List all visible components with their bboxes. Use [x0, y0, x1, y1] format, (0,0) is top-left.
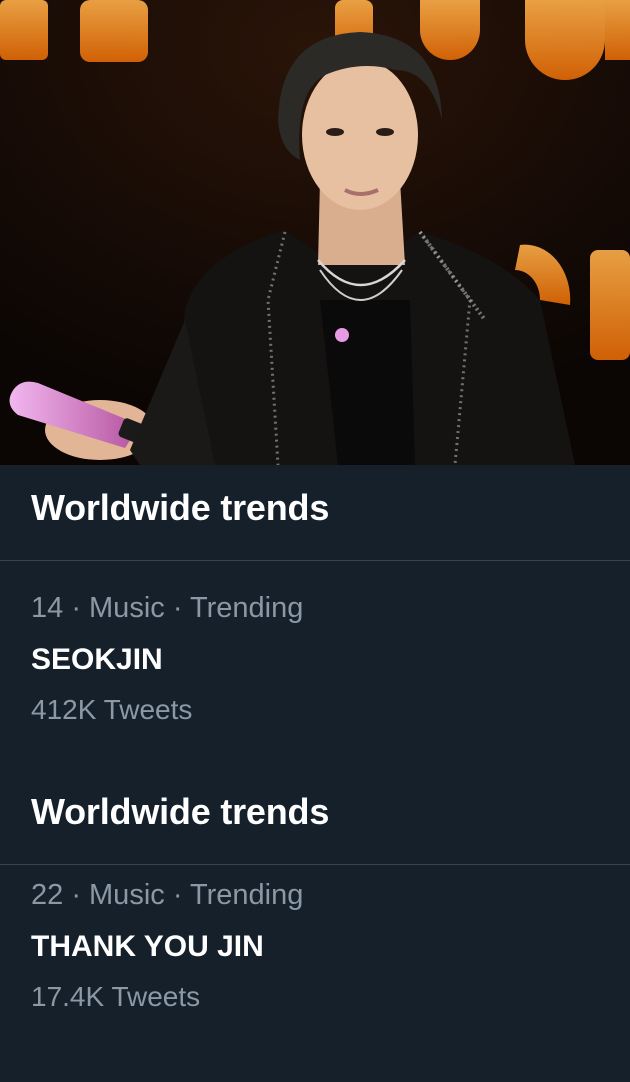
trend-tweet-count: 412K Tweets	[31, 694, 193, 725]
trend-name[interactable]: THANK YOU JIN	[31, 932, 630, 962]
trend-meta: 14 · Music · Trending	[31, 592, 304, 624]
trend-tweet-count: 17.4K Tweets	[31, 981, 201, 1012]
photo-illustration	[0, 0, 630, 465]
section-header-1: Worldwide trends	[0, 465, 630, 561]
trend-item-thank-you-jin[interactable]: 22 · Music · Trending THANK YOU JIN 17.4…	[0, 865, 630, 1011]
section-title: Worldwide trends	[31, 791, 330, 832]
performer-photo[interactable]	[0, 0, 630, 465]
trend-name[interactable]: SEOKJIN	[31, 645, 630, 675]
section-header-2: Worldwide trends	[0, 769, 630, 865]
trend-item-seokjin[interactable]: 14 · Music · Trending SEOKJIN 412K Tweet…	[0, 561, 630, 769]
face	[302, 60, 418, 210]
section-title: Worldwide trends	[31, 487, 330, 528]
trend-meta: 22 · Music · Trending	[31, 879, 304, 911]
